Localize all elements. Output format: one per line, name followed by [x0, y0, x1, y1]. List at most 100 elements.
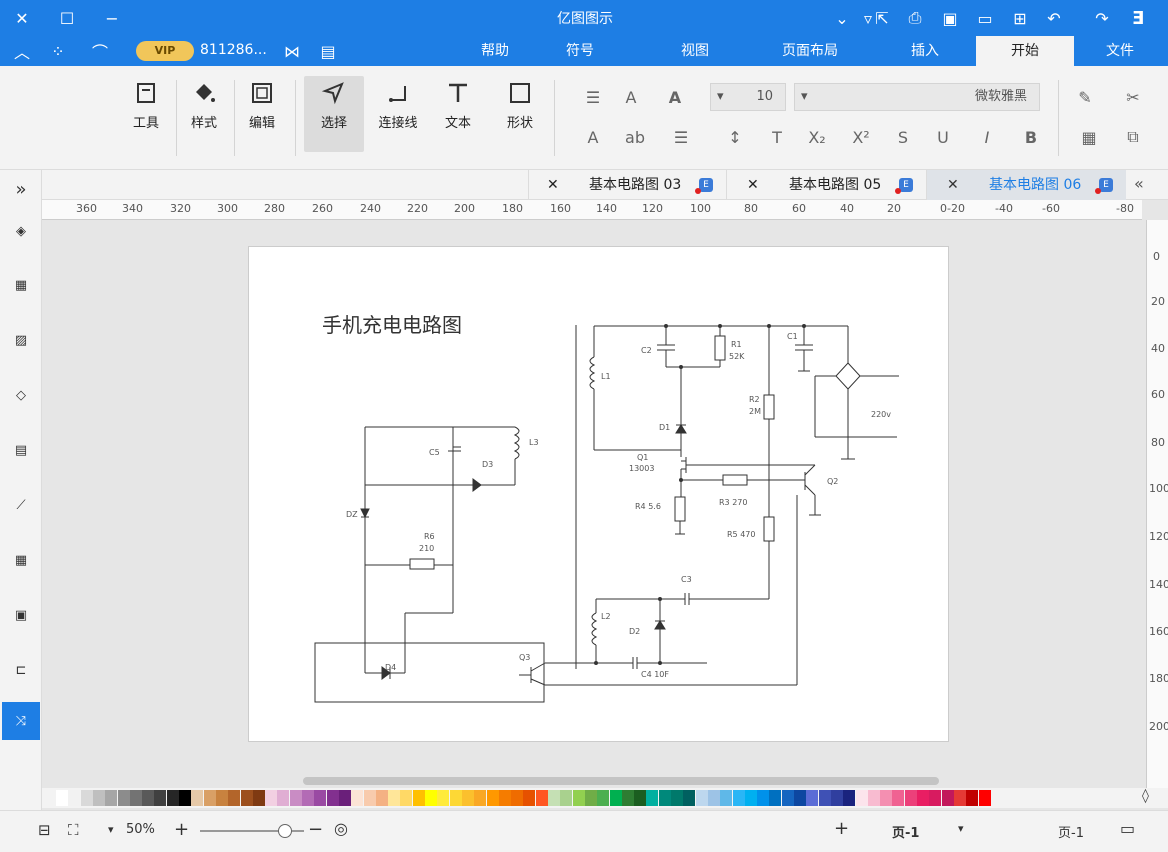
- color-swatch[interactable]: [830, 790, 843, 806]
- style-button[interactable]: 样式: [176, 76, 232, 152]
- puzzle-icon[interactable]: ▣: [6, 600, 36, 630]
- page-tab[interactable]: 页-1: [1058, 822, 1084, 841]
- menu-file[interactable]: 文件: [1090, 36, 1150, 66]
- comment-icon[interactable]: ▤: [316, 39, 340, 63]
- color-swatch[interactable]: [191, 790, 204, 806]
- save-icon[interactable]: ▣: [938, 6, 962, 30]
- table-icon[interactable]: ▦: [6, 545, 36, 575]
- color-swatch[interactable]: [769, 790, 782, 806]
- color-swatch[interactable]: [56, 790, 68, 806]
- image-icon[interactable]: ▨: [6, 325, 36, 355]
- color-swatch[interactable]: [806, 790, 819, 806]
- print-icon[interactable]: ⎙: [903, 6, 927, 30]
- menu-symbols[interactable]: 符号: [555, 36, 605, 66]
- fullscreen-icon[interactable]: ⛶: [68, 821, 79, 839]
- color-swatch[interactable]: [707, 790, 720, 806]
- color-swatch[interactable]: [511, 790, 524, 806]
- font-name-select[interactable]: ▾ 微软雅黑: [794, 83, 1040, 111]
- underline-icon[interactable]: U: [932, 126, 954, 148]
- minimize-icon[interactable]: −: [100, 6, 124, 30]
- close-icon[interactable]: ✕: [10, 6, 34, 30]
- format-icon[interactable]: ⊏: [6, 655, 36, 685]
- grid-icon[interactable]: ▦: [6, 270, 36, 300]
- apps-icon[interactable]: ⁘: [46, 39, 70, 63]
- chart-icon[interactable]: ⟋: [6, 490, 36, 520]
- page-dropdown-icon[interactable]: ▾: [958, 822, 964, 835]
- color-swatch[interactable]: [855, 790, 868, 806]
- italic-icon[interactable]: I: [976, 126, 998, 148]
- color-swatch[interactable]: [720, 790, 733, 806]
- diagram-page[interactable]: 手机充电电路图 C1 C2 R1 52K L1 D1 Q1 13003 R2 2…: [248, 246, 949, 742]
- color-swatch[interactable]: [867, 790, 880, 806]
- chevron-down-icon[interactable]: ⌄: [830, 6, 854, 30]
- open-folder-icon[interactable]: ▭: [973, 6, 997, 30]
- color-swatch[interactable]: [289, 790, 302, 806]
- text-tool[interactable]: 文本: [430, 76, 486, 152]
- collapse-sidebar-icon[interactable]: »: [6, 174, 36, 204]
- color-swatch[interactable]: [597, 790, 610, 806]
- color-swatch[interactable]: [388, 790, 401, 806]
- paste-icon[interactable]: ▦: [1078, 126, 1100, 148]
- color-swatch[interactable]: [449, 790, 462, 806]
- color-swatch[interactable]: [240, 790, 253, 806]
- color-swatch[interactable]: [535, 790, 548, 806]
- fill-icon[interactable]: ◈: [6, 216, 36, 246]
- document-icon[interactable]: ▤: [6, 435, 36, 465]
- color-swatch[interactable]: [498, 790, 511, 806]
- color-swatch[interactable]: [400, 790, 413, 806]
- color-swatch[interactable]: [744, 790, 757, 806]
- text-format-icon[interactable]: T: [766, 126, 788, 148]
- menu-page-layout[interactable]: 页面布局: [770, 36, 850, 66]
- edit-button[interactable]: 编辑: [234, 76, 290, 152]
- color-swatch[interactable]: [880, 790, 893, 806]
- color-swatch[interactable]: [425, 790, 437, 806]
- color-swatch[interactable]: [966, 790, 979, 806]
- color-swatch[interactable]: [917, 790, 929, 806]
- tab-circuit-05[interactable]: ✕ 基本电路图 05 E: [726, 170, 926, 200]
- color-swatch[interactable]: [80, 790, 93, 806]
- color-swatch[interactable]: [461, 790, 474, 806]
- color-swatch[interactable]: [129, 790, 142, 806]
- color-swatch[interactable]: [92, 790, 105, 806]
- color-swatch[interactable]: [818, 790, 831, 806]
- color-swatch[interactable]: [338, 790, 351, 806]
- cut-icon[interactable]: ✂: [1122, 86, 1144, 108]
- color-swatch[interactable]: [68, 790, 81, 806]
- fill-bucket-icon[interactable]: ◊: [1142, 788, 1149, 804]
- zoom-level[interactable]: 50%: [126, 822, 155, 837]
- color-swatch[interactable]: [203, 790, 216, 806]
- vip-badge[interactable]: VIP: [136, 41, 194, 61]
- bold-icon[interactable]: B: [1020, 126, 1042, 148]
- color-swatch[interactable]: [154, 790, 167, 806]
- color-swatch[interactable]: [646, 790, 659, 806]
- superscript-icon[interactable]: X²: [850, 126, 872, 148]
- strikethrough-icon[interactable]: S: [892, 126, 914, 148]
- menu-start[interactable]: 开始: [976, 36, 1074, 66]
- font-shrink-icon[interactable]: A: [620, 86, 642, 108]
- undo-icon[interactable]: ↶: [1042, 6, 1066, 30]
- tab-circuit-03[interactable]: ✕ 基本电路图 03 E: [528, 170, 726, 200]
- color-swatch[interactable]: [523, 790, 536, 806]
- color-swatch[interactable]: [572, 790, 585, 806]
- color-swatch[interactable]: [953, 790, 966, 806]
- color-swatch[interactable]: [375, 790, 388, 806]
- color-swatch[interactable]: [634, 790, 647, 806]
- account-id[interactable]: 811286...: [200, 42, 267, 58]
- color-swatch[interactable]: [302, 790, 314, 806]
- expand-panel-icon[interactable]: «: [1134, 174, 1144, 193]
- color-swatch[interactable]: [978, 790, 991, 806]
- close-tab-icon[interactable]: ✕: [547, 170, 559, 200]
- color-swatch[interactable]: [683, 790, 696, 806]
- font-size-select[interactable]: ▾ 10: [710, 83, 786, 111]
- color-swatch[interactable]: [412, 790, 425, 806]
- new-file-icon[interactable]: ⊞: [1008, 6, 1032, 30]
- color-swatch[interactable]: [166, 790, 179, 806]
- menu-view[interactable]: 视图: [670, 36, 720, 66]
- color-swatch[interactable]: [277, 790, 290, 806]
- maximize-icon[interactable]: ☐: [55, 6, 79, 30]
- color-swatch[interactable]: [560, 790, 573, 806]
- color-swatch[interactable]: [351, 790, 364, 806]
- color-swatch[interactable]: [215, 790, 228, 806]
- format-painter-icon[interactable]: ✎: [1074, 86, 1096, 108]
- color-swatch[interactable]: [781, 790, 794, 806]
